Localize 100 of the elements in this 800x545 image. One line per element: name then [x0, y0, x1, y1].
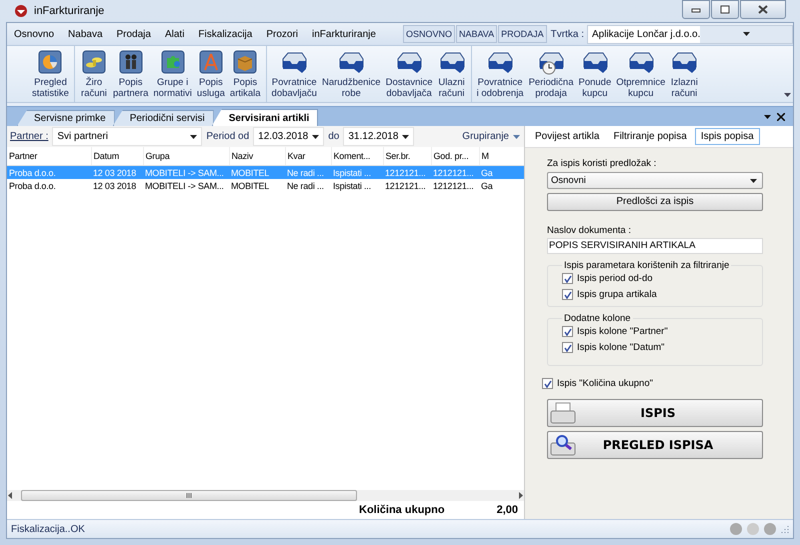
table-cell: 1212121... [431, 179, 479, 192]
company-label: Tvrtka : [550, 28, 584, 40]
puzzle-icon [158, 48, 187, 76]
resize-grip-icon[interactable] [781, 525, 789, 533]
caret-icon [513, 134, 520, 138]
caret-icon [750, 178, 757, 182]
checkbox[interactable] [562, 342, 573, 353]
drafting-icon [196, 48, 225, 76]
close-icon[interactable] [777, 112, 785, 120]
checkbox[interactable] [542, 378, 553, 389]
template-select[interactable]: Osnovni [547, 172, 763, 189]
document-tab[interactable]: Servisirani artikli [212, 109, 318, 126]
toolbar-button[interactable]: Popis partnera [112, 46, 150, 102]
to-label: do [328, 131, 340, 142]
total-value: 2,00 [496, 504, 518, 516]
checkbox[interactable] [562, 289, 573, 300]
table-cell: MOBITELI -> SAM... [143, 166, 229, 179]
minimize-button[interactable] [682, 0, 710, 19]
menu-item[interactable]: inFarkturiranje [305, 28, 383, 40]
checkbox[interactable] [562, 326, 573, 337]
maximize-button[interactable] [711, 0, 739, 19]
table-cell: Ga [479, 166, 524, 179]
table-cell: Ispistati ... [331, 179, 383, 192]
dropdown-icon [764, 114, 771, 118]
table-cell: 1212121... [383, 166, 431, 179]
module-button[interactable]: PRODAJA [498, 25, 547, 43]
chart-icon [36, 48, 64, 76]
grip-icon [186, 493, 192, 498]
toolbar-button[interactable]: Ulazni računi [436, 46, 467, 102]
toolbar-button[interactable]: Periodična prodaja [528, 46, 574, 102]
total-label: Količina ukupno [359, 504, 445, 516]
module-button[interactable]: OSNOVNO [402, 25, 455, 43]
templates-button[interactable]: Predlošci za ispis [547, 193, 763, 211]
horizontal-scrollbar[interactable] [7, 490, 524, 501]
table-cell: 12 03 2018 [91, 166, 143, 179]
panel-tab[interactable]: Povijest artikla [529, 128, 606, 145]
period-label: Period od [206, 131, 250, 142]
status-text: Fiskalizacija..OK [11, 524, 85, 534]
panel-tab[interactable]: Ispis popisa [694, 128, 760, 145]
table-cell: Proba d.o.o. [7, 179, 91, 192]
box-icon [231, 48, 260, 76]
table-cell: MOBITEL [229, 166, 285, 179]
menu-item[interactable]: Prozori [259, 28, 306, 40]
menu-item[interactable]: Prodaja [110, 28, 158, 40]
scroll-left-icon[interactable] [7, 492, 13, 499]
printer-icon [550, 402, 576, 424]
table-cell: 1212121... [383, 179, 431, 192]
module-button[interactable]: NABAVA [456, 25, 498, 43]
maximize-icon [720, 5, 730, 14]
toolbar-button[interactable]: Pregled statistike [31, 46, 70, 102]
date-from-field[interactable]: 12.03.2018 [253, 127, 324, 146]
toolbar-button[interactable]: Žiro računi [78, 46, 109, 102]
group-title: Ispis parametara korištenih za filtriranje [563, 260, 730, 271]
toolbar-button[interactable]: Grupe i normativi [152, 46, 193, 102]
toolbar-button[interactable]: Popis artikala [228, 46, 262, 102]
toolbar-button[interactable]: Otpremnice kupcu [615, 46, 666, 102]
minimize-icon [691, 6, 701, 12]
partner-select[interactable]: Svi partneri [52, 127, 202, 146]
table-row[interactable]: Proba d.o.o. 12 03 2018 MOBITELI -> SAM... MOBITEL Ne radi ... Ispistati ... 1212121... 1212121... Ga [7, 179, 524, 192]
document-tab[interactable]: Servisne primke [17, 110, 115, 126]
app-icon [14, 4, 28, 18]
menu-item[interactable]: Fiskalizacija [191, 28, 260, 40]
partner-label: Partner : [10, 131, 48, 142]
group-title: Dodatne kolone [563, 313, 632, 324]
coins-icon [80, 48, 108, 76]
close-icon [758, 5, 768, 14]
caret-icon [742, 32, 750, 36]
checkbox-label: Ispis kolone "Partner" [577, 326, 668, 337]
title-label: Naslov dokumenta : [547, 225, 632, 236]
title-field[interactable]: POPIS SERVISIRANIH ARTIKALA [547, 238, 763, 254]
table-cell: Ne radi ... [285, 166, 331, 179]
caret-icon [312, 134, 320, 138]
toolbar-button[interactable]: Izlazni računi [669, 46, 700, 102]
toolbar-button[interactable]: Dostavnice dobavljača [384, 46, 434, 102]
company-select[interactable]: Aplikacije Lončar j.d.o.o. [587, 24, 793, 44]
template-label: Za ispis koristi predložak : [547, 158, 658, 169]
toolbar-button[interactable]: Narudžbenice robe [320, 46, 382, 102]
table-cell: Ne radi ... [285, 179, 331, 192]
caret-icon [190, 134, 198, 138]
date-to-field[interactable]: 31.12.2018 [343, 127, 414, 146]
menu-item[interactable]: Nabava [61, 28, 110, 40]
table-cell: Ispistati ... [331, 166, 383, 179]
toolbar-button[interactable]: Popis usluga [196, 46, 226, 102]
document-tab[interactable]: Periodični servisi [112, 110, 214, 126]
caret-icon [402, 134, 410, 138]
print-button[interactable]: ISPIS [547, 399, 763, 427]
checkbox[interactable] [562, 273, 573, 284]
print-preview-icon [550, 434, 576, 456]
menu-item[interactable]: Osnovno [7, 28, 62, 40]
panel-tab[interactable]: Filtriranje popisa [607, 128, 693, 145]
print-button[interactable]: PREGLED ISPISA [547, 431, 763, 459]
table-cell: 1212121... [431, 166, 479, 179]
checkbox-label: Ispis kolone "Datum" [577, 342, 665, 353]
grouping-button[interactable]: Grupiranje [462, 131, 524, 142]
overflow-icon [784, 93, 791, 97]
toolbar-button[interactable]: Povratnice i odobrenja [476, 46, 525, 102]
toolbar-button[interactable]: Ponude kupcu [577, 46, 612, 102]
toolbar-button[interactable]: Povratnice dobavljaču [270, 46, 318, 102]
menu-item[interactable]: Alati [158, 28, 192, 40]
close-button[interactable] [740, 0, 786, 19]
